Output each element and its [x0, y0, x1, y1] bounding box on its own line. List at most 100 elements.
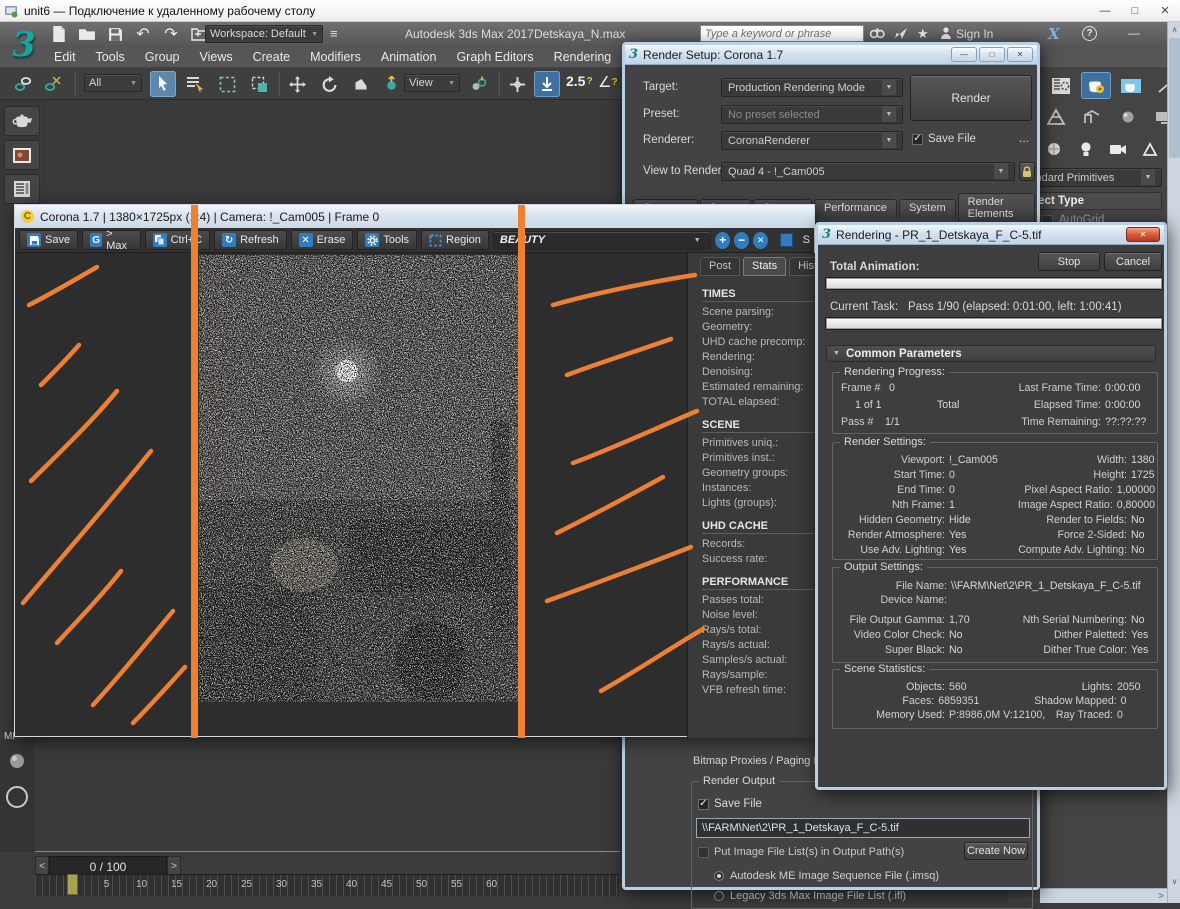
- select-link-icon[interactable]: [10, 71, 36, 97]
- horizontal-scrollbar[interactable]: >: [1040, 888, 1167, 903]
- selection-lock-icon[interactable]: [4, 784, 30, 810]
- vfb-copy-button[interactable]: Ctrl+C: [145, 230, 210, 250]
- render-settings-list-icon[interactable]: [4, 174, 40, 204]
- preset-dropdown[interactable]: No preset selected ▼: [721, 105, 903, 124]
- os-minimize-button[interactable]: —: [1090, 1, 1120, 21]
- use-center-icon[interactable]: [466, 71, 492, 97]
- cameras-category-icon[interactable]: [1106, 138, 1130, 160]
- menu-item[interactable]: Group: [135, 50, 190, 64]
- render-setup-tab[interactable]: Performance: [814, 199, 897, 218]
- open-file-icon[interactable]: [78, 25, 96, 43]
- select-object-button[interactable]: [150, 71, 176, 97]
- dialog-minimize-button[interactable]: —: [951, 47, 977, 62]
- vfb-tools-button[interactable]: Tools: [357, 230, 417, 250]
- menu-item[interactable]: Animation: [371, 50, 447, 64]
- workspace-menu-icon[interactable]: ≡: [330, 26, 338, 41]
- ifl-radio[interactable]: [714, 891, 724, 901]
- render-production-icon[interactable]: [1116, 72, 1146, 99]
- app-minimize-icon[interactable]: —: [1128, 26, 1140, 40]
- snap-25-icon[interactable]: 2.5 ?: [566, 73, 593, 89]
- zoom-reset-icon[interactable]: ✕: [753, 232, 768, 249]
- create-tab-icon[interactable]: [1044, 106, 1068, 128]
- pivot-icon[interactable]: [378, 71, 404, 97]
- view-to-render-dropdown[interactable]: Quad 4 - !_Cam005 ▼: [721, 162, 1015, 181]
- remote-desktop-titlebar[interactable]: unit6 — Подключение к удаленному рабочем…: [0, 0, 1180, 22]
- render-setup-tab[interactable]: System: [899, 199, 956, 218]
- vfb-region-button[interactable]: Region: [421, 230, 489, 250]
- scrollbar-thumb[interactable]: [1169, 38, 1180, 158]
- render-teapot-icon[interactable]: [4, 106, 40, 136]
- move-tool-icon[interactable]: [284, 71, 310, 97]
- menu-item[interactable]: Edit: [44, 50, 86, 64]
- common-parameters-rollout[interactable]: ▼ Common Parameters: [826, 345, 1156, 362]
- helpers-category-icon[interactable]: [1138, 138, 1162, 160]
- rectangular-selection-icon[interactable]: [214, 71, 240, 97]
- favorites-star-icon[interactable]: ★: [917, 26, 929, 42]
- save-file-checkbox[interactable]: ✓: [912, 134, 923, 145]
- search-icon[interactable]: [869, 26, 885, 40]
- menu-item[interactable]: Views: [189, 50, 242, 64]
- new-file-icon[interactable]: [50, 25, 68, 43]
- render-setup-tab[interactable]: Render Elements: [958, 193, 1035, 224]
- scroll-right-icon[interactable]: >: [1158, 891, 1167, 902]
- rendering-close-button[interactable]: ✕: [1126, 227, 1160, 242]
- geometry-category-icon[interactable]: [1042, 138, 1066, 160]
- vfb-refresh-button[interactable]: ↻ Refresh: [214, 230, 287, 250]
- search-input[interactable]: [700, 25, 864, 42]
- render-setup-titlebar[interactable]: 3 Render Setup: Corona 1.7 — □ ✕: [625, 45, 1037, 65]
- lights-category-icon[interactable]: [1074, 138, 1098, 160]
- dialog-close-button[interactable]: ✕: [1007, 47, 1033, 62]
- max-logo[interactable]: 3: [2, 24, 46, 68]
- menu-item[interactable]: Rendering: [544, 50, 622, 64]
- scroll-down-icon[interactable]: ∨: [1168, 874, 1180, 888]
- redo-icon[interactable]: ↷: [162, 25, 180, 43]
- os-maximize-button[interactable]: □: [1120, 1, 1150, 21]
- put-image-list-checkbox[interactable]: [698, 847, 709, 858]
- sign-in-link[interactable]: Sign In: [956, 27, 993, 41]
- save-file-browse-button[interactable]: ...: [1019, 131, 1029, 145]
- stop-button[interactable]: Stop: [1038, 252, 1100, 271]
- vfb-save-button[interactable]: Save: [19, 230, 78, 250]
- cancel-button[interactable]: Cancel: [1104, 252, 1162, 271]
- user-icon[interactable]: [940, 26, 952, 40]
- modify-tab-icon[interactable]: [1080, 106, 1104, 128]
- communication-center-icon[interactable]: [894, 26, 909, 40]
- vfb-erase-button[interactable]: ✕ Erase: [291, 230, 354, 250]
- render-output-save-checkbox[interactable]: ✓: [698, 799, 709, 810]
- menu-item[interactable]: Create: [243, 50, 301, 64]
- renderer-dropdown[interactable]: CoronaRenderer ▼: [721, 131, 903, 150]
- unlink-icon[interactable]: [40, 71, 66, 97]
- reference-coordinate-dropdown[interactable]: View ▼: [404, 74, 460, 92]
- menu-item[interactable]: Tools: [86, 50, 135, 64]
- viewport-lock-button[interactable]: [1019, 162, 1035, 181]
- render-button[interactable]: Render: [910, 75, 1032, 121]
- isolate-selection-icon[interactable]: [6, 750, 28, 772]
- menu-item[interactable]: Modifiers: [300, 50, 371, 64]
- hierarchy-tab-icon[interactable]: [1116, 106, 1140, 128]
- render-pass-dropdown[interactable]: BEAUTY ▼: [493, 231, 711, 250]
- vfb-color-swatch[interactable]: [780, 233, 793, 247]
- angle-snap-icon[interactable]: ∠ ?: [598, 73, 618, 91]
- vertical-scrollbar[interactable]: ∧ ∨: [1167, 22, 1180, 903]
- help-icon[interactable]: ?: [1082, 26, 1097, 41]
- snaps-toggle-button[interactable]: [534, 71, 560, 97]
- output-path-field[interactable]: \\FARM\Net\2\PR_1_Detskaya_F_C-5.tif: [696, 818, 1030, 838]
- render-setup-icon[interactable]: [1046, 72, 1076, 99]
- vfb-titlebar[interactable]: C Corona 1.7 | 1380×1725px (1:4) | Camer…: [15, 205, 814, 228]
- manipulate-icon[interactable]: [504, 71, 530, 97]
- rendered-frame-icon[interactable]: [4, 140, 40, 170]
- selection-filter-dropdown[interactable]: All ▼: [84, 74, 142, 92]
- vfb-to-max-button[interactable]: G > Max: [82, 230, 141, 250]
- scale-tool-icon[interactable]: [348, 71, 374, 97]
- scroll-up-icon[interactable]: ∧: [1168, 22, 1180, 36]
- select-by-name-icon[interactable]: [182, 71, 208, 97]
- exchange-icon[interactable]: X: [1048, 25, 1060, 43]
- time-slider-marker[interactable]: [67, 874, 78, 895]
- create-now-button[interactable]: Create Now: [964, 842, 1028, 860]
- rendering-dialog-titlebar[interactable]: 3 Rendering - PR_1_Detskaya_F_C-5.tif ✕: [818, 225, 1164, 245]
- save-file-icon[interactable]: [106, 25, 124, 43]
- rotate-tool-icon[interactable]: [316, 71, 342, 97]
- imsq-radio[interactable]: [714, 871, 724, 881]
- undo-icon[interactable]: ↶: [134, 25, 152, 43]
- zoom-out-icon[interactable]: −: [734, 232, 749, 249]
